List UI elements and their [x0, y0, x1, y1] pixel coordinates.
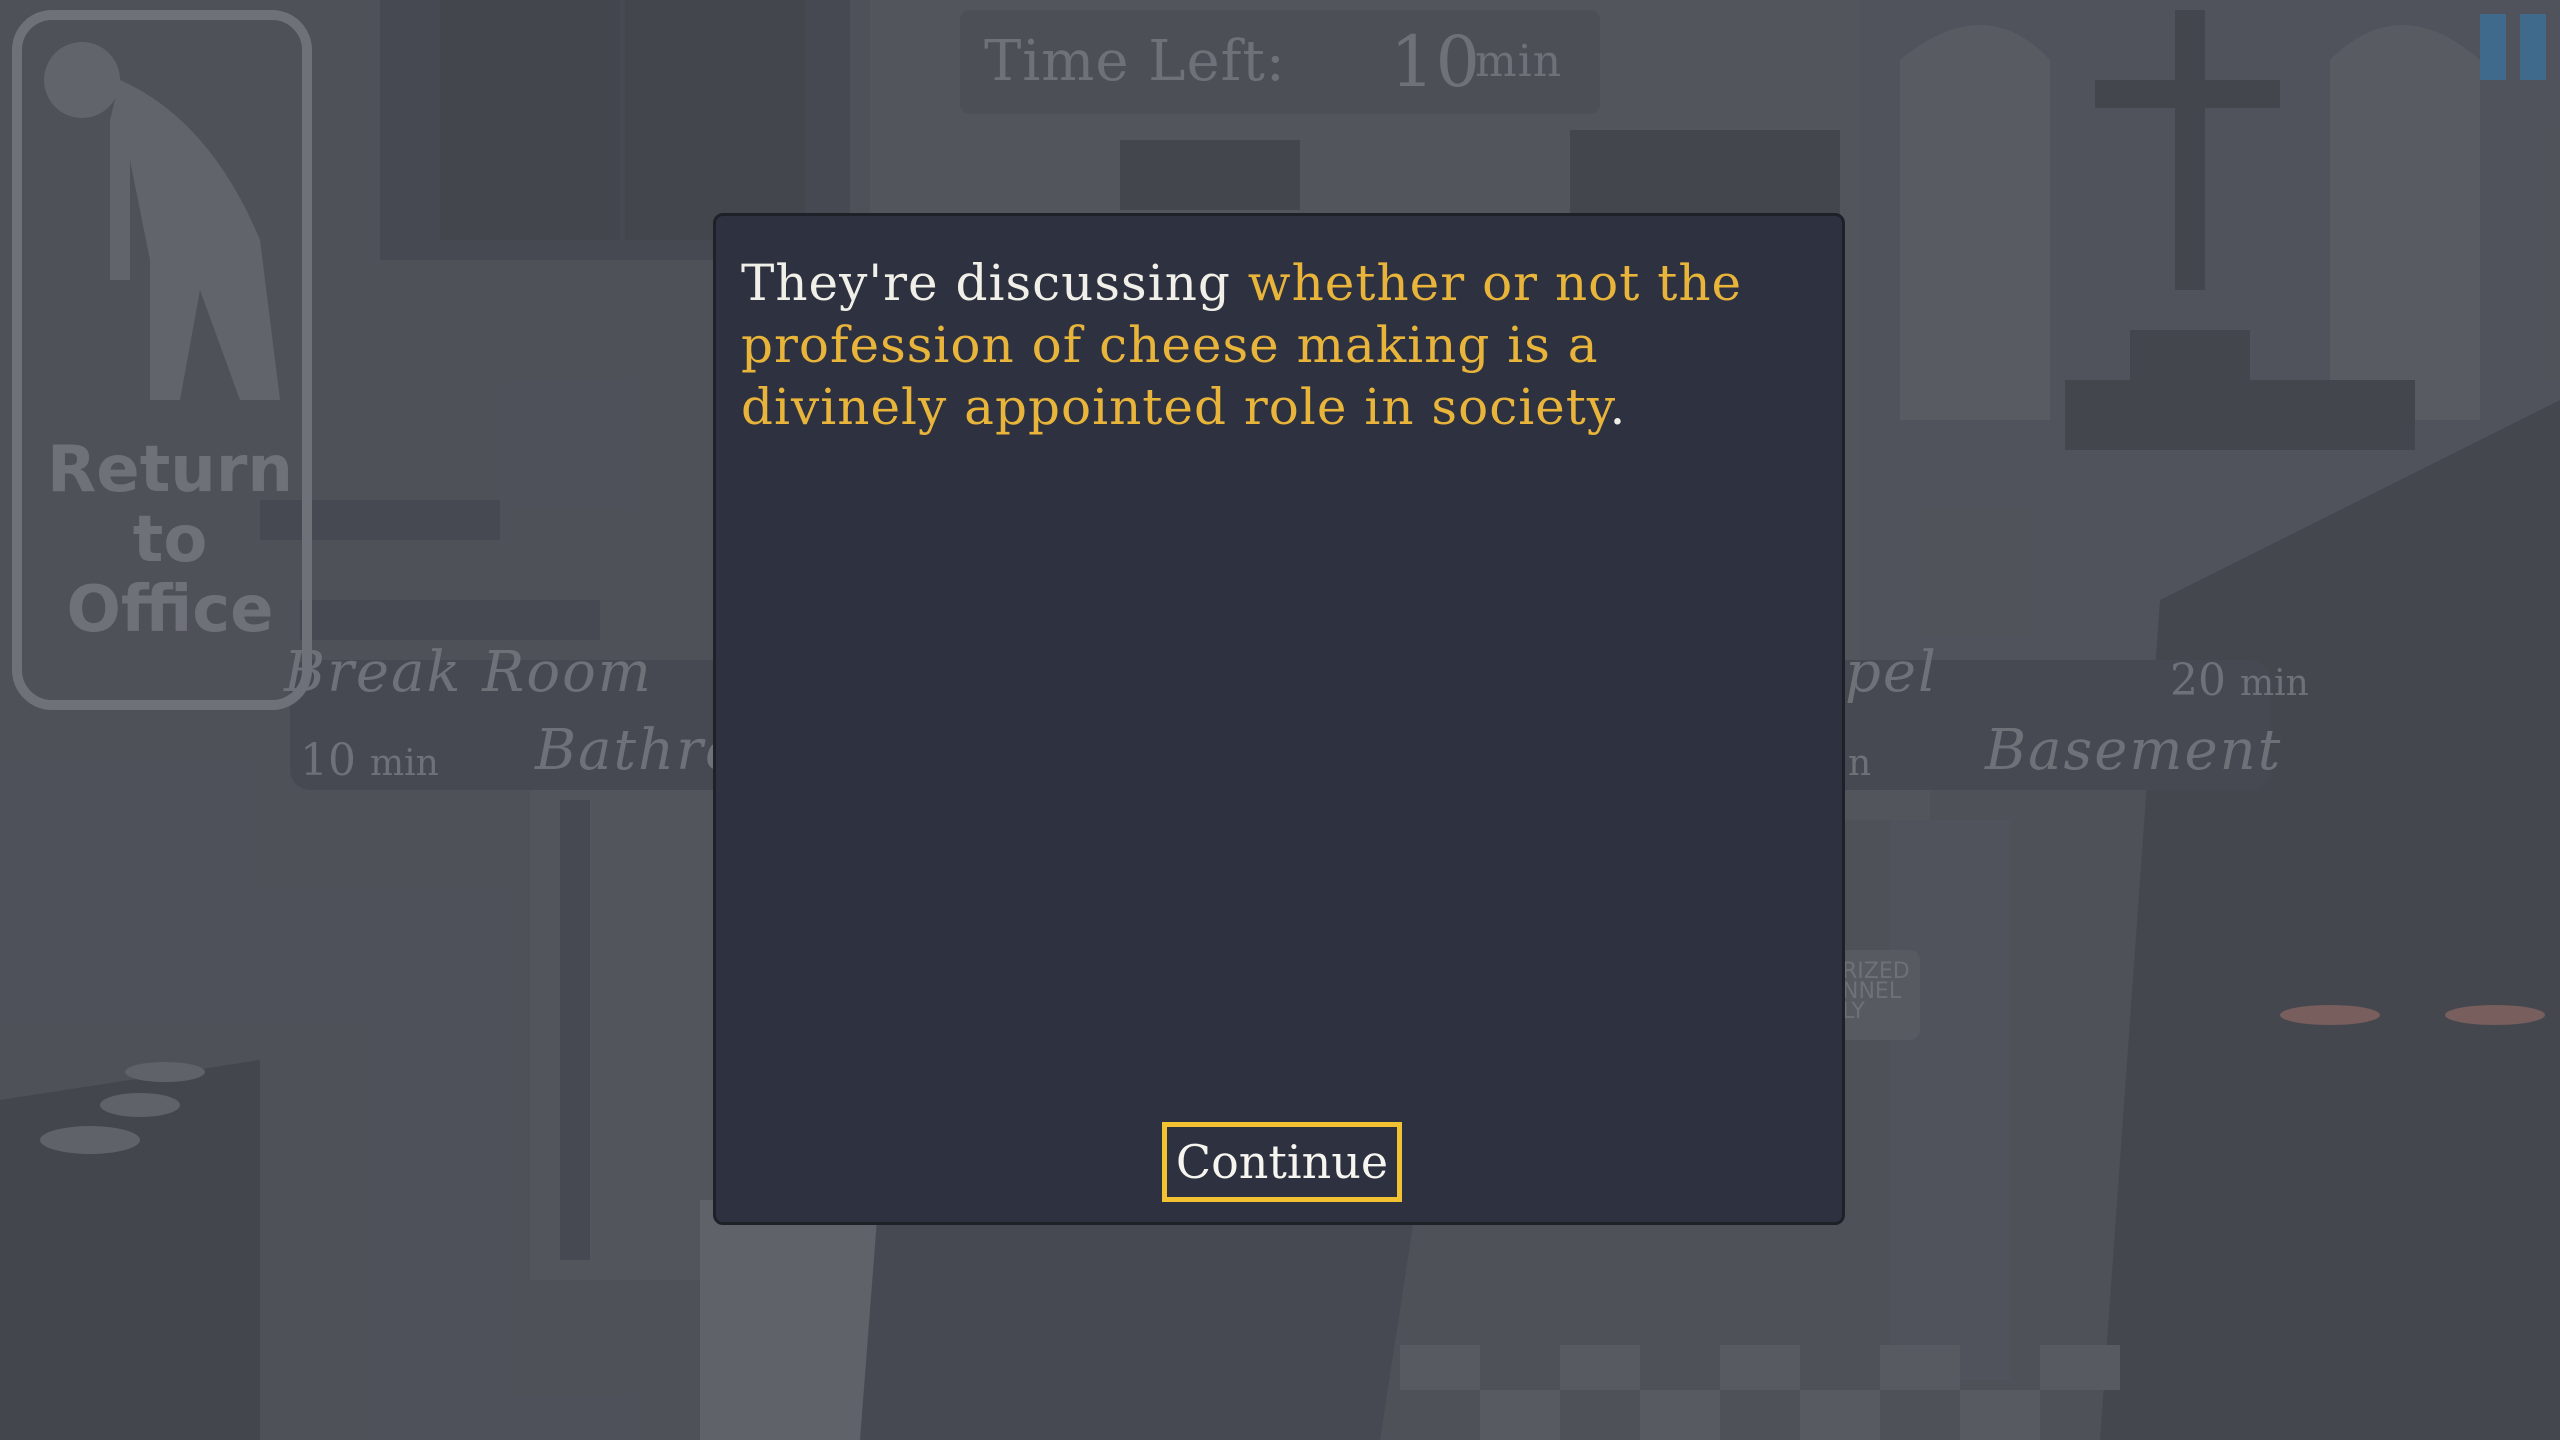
continue-button[interactable]: Continue — [1162, 1122, 1402, 1202]
dialog-text-plain: They're discussing — [741, 254, 1248, 312]
authorized-personnel-sign: RIZED NNEL LY — [1842, 961, 1910, 1024]
door-sign-line-3: LY — [1842, 999, 1865, 1024]
chapel-time-unit: min — [2240, 663, 2309, 704]
location-bathroom[interactable]: Bathro — [535, 718, 741, 783]
return-line-3: Office — [66, 573, 274, 647]
return-to-office-label[interactable]: Return to Office — [20, 435, 320, 645]
break-room-time: 10 min — [300, 735, 439, 786]
pause-icon-bar-left — [2480, 14, 2506, 80]
dialog-message: They're discussing whether or not the pr… — [741, 252, 1801, 438]
time-left-value: 10 — [1390, 21, 1482, 103]
time-left-display: Time Left: 10 min — [960, 10, 1600, 114]
time-left-unit: min — [1475, 36, 1563, 87]
basement-time-partial: n — [1848, 743, 1872, 784]
time-left-label: Time Left: — [984, 29, 1286, 94]
location-chapel[interactable]: pel — [1845, 640, 1938, 705]
pause-icon-bar-right — [2520, 14, 2546, 80]
dialog-box: They're discussing whether or not the pr… — [713, 213, 1845, 1225]
chapel-time: 20 min — [2170, 655, 2309, 706]
return-line-2: to — [132, 503, 208, 577]
return-line-1: Return — [47, 433, 293, 507]
location-break-room[interactable]: Break Room — [284, 640, 653, 705]
chapel-time-value: 20 — [2170, 655, 2226, 706]
basement-time: n — [1848, 735, 1871, 786]
break-room-time-value: 10 — [300, 735, 356, 786]
break-room-time-unit: min — [370, 743, 439, 784]
dialog-text-end: . — [1609, 378, 1627, 436]
location-basement[interactable]: Basement — [1985, 718, 2282, 783]
pause-button[interactable] — [2480, 14, 2550, 80]
